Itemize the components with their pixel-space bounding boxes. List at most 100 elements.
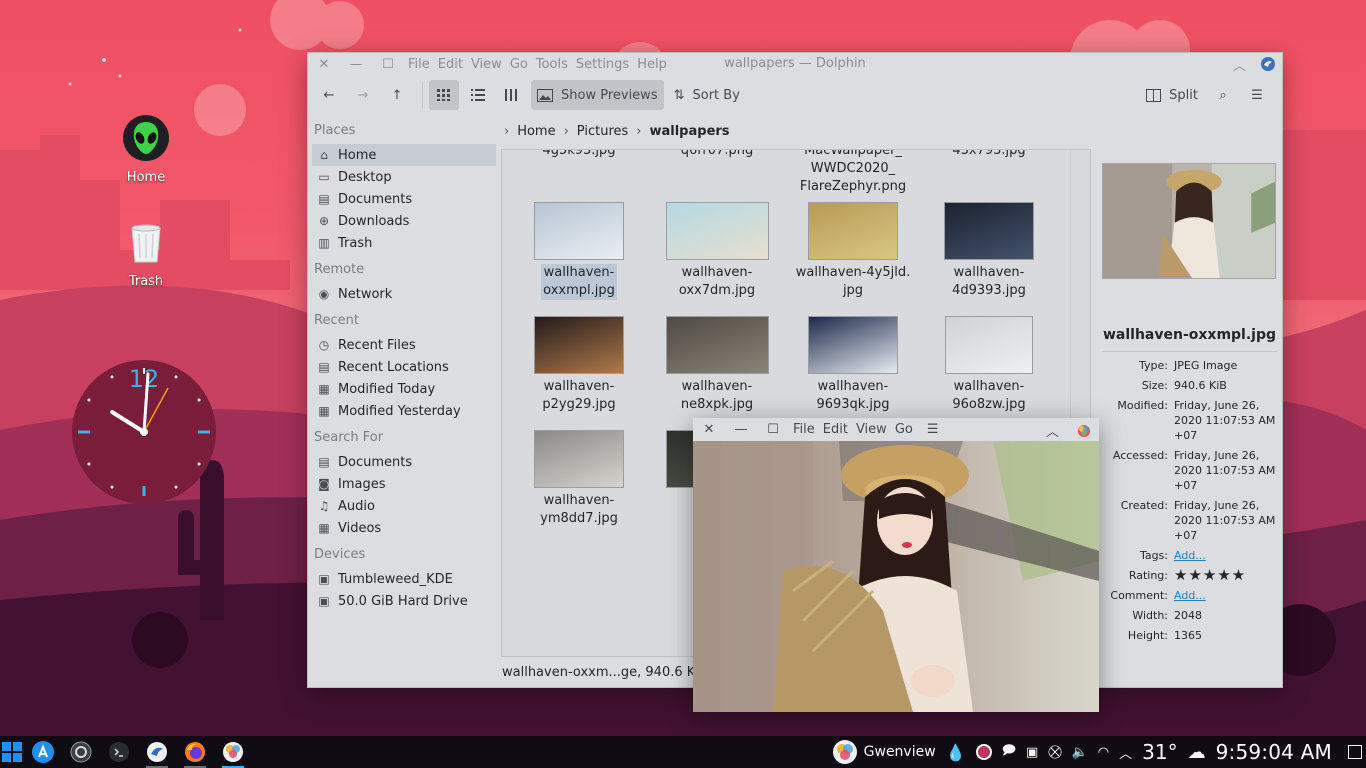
discover-launcher[interactable] [24, 736, 62, 768]
active-window-indicator[interactable]: Gwenview [832, 739, 936, 765]
places-item[interactable]: ⊕ Downloads [312, 210, 496, 232]
back-button[interactable]: ← [314, 80, 344, 110]
file-item[interactable]: 4g5k93.jpg [514, 150, 644, 160]
places-item[interactable]: ⌂ Home [312, 144, 496, 166]
hamburger-menu-button[interactable]: ☰ [1242, 80, 1272, 110]
menu-file[interactable]: File [793, 422, 815, 437]
file-item[interactable]: wallhaven-p2yg29.jpg [514, 316, 644, 414]
desktop-icon-trash[interactable]: Trash [111, 218, 181, 289]
maximize-button[interactable]: ☐ [757, 418, 789, 441]
file-thumbnail [808, 316, 898, 374]
menu-view[interactable]: View [471, 57, 502, 72]
file-item[interactable]: q6rr07.png [652, 150, 782, 160]
minimize-button[interactable]: — [725, 418, 757, 441]
places-item[interactable]: ◉ Network [312, 283, 496, 305]
file-item[interactable]: 43x793.jpg [924, 150, 1054, 160]
search-button[interactable]: ⌕ [1208, 80, 1238, 110]
places-item[interactable]: ◷ Recent Files [312, 334, 496, 356]
maximize-button[interactable]: ☐ [372, 53, 404, 75]
up-button[interactable]: ↑ [382, 80, 412, 110]
notes-icon[interactable]: 🗩 [1002, 741, 1016, 763]
forward-button[interactable]: → [348, 80, 378, 110]
file-item[interactable]: wallhaven-ne8xpk.jpg [652, 316, 782, 414]
network-wifi-icon[interactable]: ◠ [1098, 745, 1109, 760]
rating-stars[interactable]: ★★★★★ [1174, 568, 1277, 583]
menu-tools[interactable]: Tools [536, 57, 568, 72]
expand-tray-icon[interactable]: ︿ [1119, 743, 1132, 762]
dolphin-task[interactable] [138, 736, 176, 768]
file-name-line: 4d9393.jpg [952, 283, 1026, 298]
terminal-launcher[interactable] [100, 736, 138, 768]
file-item[interactable]: wallhaven- 4d9393.jpg [924, 202, 1054, 300]
digital-clock[interactable]: 9:59:04 AM [1216, 740, 1332, 764]
places-item[interactable]: ▣ 50.0 GiB Hard Drive [312, 590, 496, 612]
keep-above-button[interactable]: ︿ [1046, 421, 1059, 440]
firefox-task[interactable] [176, 736, 214, 768]
hamburger-menu-button[interactable]: ☰ [927, 422, 939, 437]
file-item[interactable]: wallhaven-ym8dd7.jpg [514, 430, 644, 528]
places-item[interactable]: ◙ Images [312, 473, 496, 495]
places-item[interactable]: ▥ Trash [312, 232, 496, 254]
color-picker-icon[interactable] [975, 744, 992, 760]
weather-temperature[interactable]: 31° [1142, 740, 1177, 764]
split-button[interactable]: Split [1140, 80, 1204, 110]
places-item[interactable]: ♫ Audio [312, 495, 496, 517]
file-name-line: oxx7dm.jpg [678, 283, 756, 298]
menu-file[interactable]: File [408, 57, 430, 72]
places-item[interactable]: ▤ Recent Locations [312, 356, 496, 378]
compact-view-button[interactable] [497, 80, 527, 110]
menu-go[interactable]: Go [895, 422, 913, 437]
file-item[interactable]: wallhaven-oxxmpl.jpg [514, 202, 644, 300]
places-item[interactable]: ▭ Desktop [312, 166, 496, 188]
desktop-icon-home[interactable]: Home [111, 114, 181, 185]
devices-icon[interactable]: ⛒ [1048, 745, 1061, 760]
menu-go[interactable]: Go [510, 57, 528, 72]
minimize-button[interactable]: — [340, 53, 372, 75]
file-thumbnail [808, 202, 898, 260]
add-comment-link[interactable]: Add... [1174, 588, 1277, 603]
icons-view-button[interactable] [429, 80, 459, 110]
gwenview-task[interactable] [214, 736, 252, 768]
breadcrumb-wallpapers[interactable]: wallpapers [649, 124, 729, 139]
menu-settings[interactable]: Settings [576, 57, 629, 72]
menu-help[interactable]: Help [637, 57, 667, 72]
file-item[interactable]: wallhaven-oxx7dm.jpg [652, 202, 782, 300]
keep-above-button[interactable]: ︿ [1233, 55, 1246, 74]
places-item[interactable]: ▦ Videos [312, 517, 496, 539]
file-item[interactable]: wallhaven- 9693qk.jpg [788, 316, 918, 414]
sort-by-button[interactable]: ⇅ Sort By [668, 80, 746, 110]
file-name: wallhaven-p2yg29.jpg [514, 378, 644, 414]
places-item[interactable]: ▤ Documents [312, 188, 496, 210]
download-icon: ⊕ [318, 214, 330, 228]
file-item[interactable]: MacWallpaper_ WWDC2020_ FlareZephyr.png [788, 149, 918, 196]
close-button[interactable]: ✕ [693, 418, 725, 441]
breadcrumb-pictures[interactable]: Pictures [577, 124, 628, 139]
breadcrumb-home[interactable]: Home [517, 124, 555, 139]
volume-icon[interactable]: 🔈 [1072, 745, 1088, 760]
system-settings-launcher[interactable] [62, 736, 100, 768]
menu-view[interactable]: View [856, 422, 887, 437]
places-item[interactable]: ▣ Tumbleweed_KDE [312, 568, 496, 590]
show-desktop-icon[interactable] [1348, 745, 1362, 759]
places-item[interactable]: ▤ Documents [312, 451, 496, 473]
places-item[interactable]: ▦ Modified Today [312, 378, 496, 400]
svg-text:12: 12 [129, 365, 160, 393]
cloud-icon[interactable]: ☁ [1188, 742, 1206, 763]
clipboard-icon[interactable]: ▣ [1026, 745, 1038, 760]
places-item-label: 50.0 GiB Hard Drive [338, 593, 468, 609]
places-item[interactable]: ▦ Modified Yesterday [312, 400, 496, 422]
displayed-photo[interactable] [693, 441, 1099, 712]
menu-edit[interactable]: Edit [438, 57, 463, 72]
menu-edit[interactable]: Edit [823, 422, 848, 437]
file-name: MacWallpaper_ WWDC2020_ FlareZephyr.png [799, 149, 907, 194]
show-previews-button[interactable]: Show Previews [531, 80, 664, 110]
file-item[interactable]: wallhaven-4y5jld. jpg [788, 202, 918, 300]
info-row-rating: Rating: ★★★★★ [1102, 568, 1277, 583]
file-thumbnail [534, 316, 624, 374]
add-tags-link[interactable]: Add... [1174, 548, 1277, 563]
start-menu-button[interactable] [0, 736, 24, 768]
close-button[interactable]: ✕ [308, 53, 340, 75]
droplet-icon[interactable]: 💧 [946, 743, 966, 762]
details-view-button[interactable] [463, 80, 493, 110]
file-item[interactable]: wallhaven- 96o8zw.jpg [924, 316, 1054, 414]
